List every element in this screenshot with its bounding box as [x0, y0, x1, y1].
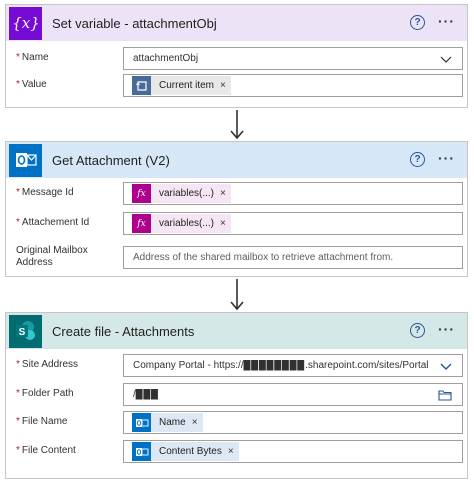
folder-path-input[interactable]: /▉▉▉ [123, 383, 463, 406]
card-title: Create file - Attachments [52, 323, 195, 339]
flow-arrow-icon [230, 279, 244, 311]
folder-icon[interactable] [438, 389, 452, 401]
attachment-id-field[interactable]: fx variables(...) × [123, 212, 463, 235]
site-address-dropdown[interactable]: Company Portal - https://▉▉▉▉▉▉▉▉.sharep… [123, 354, 463, 377]
more-options-icon[interactable]: ··· [438, 150, 455, 166]
variables-token[interactable]: fx variables(...) × [132, 214, 231, 233]
remove-token-icon[interactable]: × [192, 417, 198, 428]
file-name-field[interactable]: Name × [123, 411, 463, 434]
file-content-field[interactable]: Content Bytes × [123, 440, 463, 463]
get-attachment-header[interactable]: Get Attachment (V2) ? ··· [6, 142, 467, 178]
message-id-field[interactable]: fx variables(...) × [123, 182, 463, 205]
set-variable-card: {x} Set variable - attachmentObj ? ··· *… [5, 4, 468, 108]
folder-path-value: /▉▉▉ [133, 389, 159, 400]
flow-arrow-icon [230, 110, 244, 140]
help-icon[interactable]: ? [410, 323, 425, 338]
svg-text:S: S [18, 327, 25, 338]
set-variable-header[interactable]: {x} Set variable - attachmentObj ? ··· [6, 5, 467, 41]
site-address-value: Company Portal - https://▉▉▉▉▉▉▉▉.sharep… [133, 360, 429, 371]
get-attachment-card: Get Attachment (V2) ? ··· * Message Id fx… [5, 141, 468, 277]
mailbox-placeholder: Address of the shared mailbox to retriev… [133, 252, 394, 263]
file-content-label: * File Content [16, 445, 76, 456]
remove-token-icon[interactable]: × [220, 80, 226, 91]
current-item-token[interactable]: Current item × [132, 76, 231, 95]
remove-token-icon[interactable]: × [220, 218, 226, 229]
name-dropdown[interactable]: attachmentObj [123, 47, 463, 70]
function-icon: fx [132, 184, 151, 203]
remove-token-icon[interactable]: × [228, 446, 234, 457]
file-name-label: * File Name [16, 416, 68, 427]
svg-text:{x}: {x} [14, 14, 38, 32]
create-file-card: S Create file - Attachments ? ··· * Site … [5, 312, 468, 479]
message-id-label: * Message Id [16, 187, 74, 198]
card-title: Get Attachment (V2) [52, 152, 170, 168]
outlook-icon [9, 143, 42, 177]
card-title: Set variable - attachmentObj [52, 15, 217, 31]
name-label: * Name [16, 52, 49, 63]
loop-icon [132, 76, 151, 95]
value-label: * Value [16, 79, 47, 90]
create-file-header[interactable]: S Create file - Attachments ? ··· [6, 313, 467, 349]
help-icon[interactable]: ? [410, 152, 425, 167]
token-label: variables(...) [159, 218, 215, 229]
outlook-icon [132, 442, 151, 461]
function-icon: fx [132, 214, 151, 233]
token-label: Current item [159, 80, 215, 91]
site-address-label: * Site Address [16, 359, 79, 370]
mailbox-label: Original Mailbox Address [16, 245, 88, 268]
token-label: Name [159, 417, 186, 428]
name-value: attachmentObj [133, 53, 199, 64]
more-options-icon[interactable]: ··· [438, 321, 455, 337]
outlook-icon [132, 413, 151, 432]
attachment-id-label: * Attachement Id [16, 217, 90, 228]
folder-path-label: * Folder Path [16, 388, 74, 399]
sharepoint-icon: S [9, 314, 42, 348]
chevron-down-icon[interactable] [440, 360, 452, 372]
mailbox-input[interactable]: Address of the shared mailbox to retriev… [123, 246, 463, 269]
token-label: variables(...) [159, 188, 215, 199]
name-token[interactable]: Name × [132, 413, 203, 432]
token-label: Content Bytes [159, 446, 222, 457]
chevron-down-icon[interactable] [440, 53, 452, 65]
more-options-icon[interactable]: ··· [438, 13, 455, 29]
variable-icon: {x} [9, 6, 42, 40]
remove-token-icon[interactable]: × [220, 188, 226, 199]
help-icon[interactable]: ? [410, 15, 425, 30]
value-field[interactable]: Current item × [123, 74, 463, 97]
content-bytes-token[interactable]: Content Bytes × [132, 442, 239, 461]
variables-token[interactable]: fx variables(...) × [132, 184, 231, 203]
